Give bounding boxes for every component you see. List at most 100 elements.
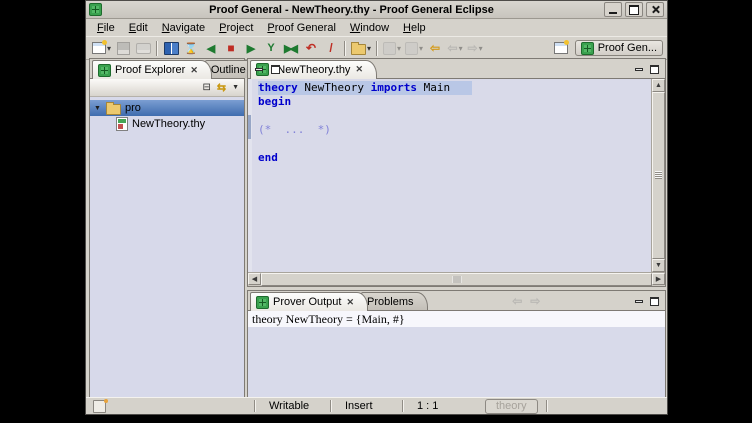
window-maximize-button[interactable] xyxy=(625,2,643,17)
step-forward-icon: ▶ xyxy=(247,42,255,55)
close-tab-icon[interactable]: ✕ xyxy=(190,65,198,76)
undo-all-button[interactable]: ↶ xyxy=(301,39,321,57)
scroll-up-icon[interactable]: ▲ xyxy=(652,79,665,92)
menu-help[interactable]: Help xyxy=(396,21,433,35)
code-editor[interactable]: theory NewTheory imports Main begin (* .… xyxy=(252,79,651,272)
toolbar-separator xyxy=(376,41,378,56)
minimize-icon xyxy=(635,300,643,303)
tree-item-file[interactable]: NewTheory.thy xyxy=(90,116,244,132)
print-button[interactable] xyxy=(133,39,153,57)
explorer-toolbar: ⊟ ⇆ ▼ xyxy=(90,79,244,97)
status-separator xyxy=(254,400,256,412)
restart-proof-button[interactable]: ⌛ xyxy=(181,39,201,57)
window-title: Proof General - NewTheory.thy - Proof Ge… xyxy=(102,4,601,16)
menu-project[interactable]: Project xyxy=(212,21,260,35)
book-icon xyxy=(164,42,179,55)
last-edit-location-button[interactable]: ⇦ xyxy=(425,39,445,57)
title-bar[interactable]: Proof General - NewTheory.thy - Proof Ge… xyxy=(86,1,667,19)
window-minimize-button[interactable] xyxy=(604,2,622,17)
scroll-left-icon[interactable]: ◀ xyxy=(248,273,261,285)
run-button[interactable]: ▾ xyxy=(381,39,403,57)
open-definition-button[interactable] xyxy=(161,39,181,57)
new-wizard-icon xyxy=(92,42,106,54)
menu-edit[interactable]: Edit xyxy=(122,21,155,35)
goto-button[interactable]: Y xyxy=(261,39,281,57)
theory-mode-button[interactable]: theory xyxy=(485,399,538,414)
code-line: theory NewTheory imports Main xyxy=(258,81,651,95)
expander-icon[interactable]: ▼ xyxy=(94,105,102,112)
menu-window[interactable]: Window xyxy=(343,21,396,35)
menu-file[interactable]: File xyxy=(90,21,122,35)
editor-minimize-button[interactable] xyxy=(632,64,645,75)
minimize-icon xyxy=(609,12,617,14)
status-separator xyxy=(546,400,548,412)
undo-step-button[interactable]: ◀ xyxy=(201,39,221,57)
open-perspective-button[interactable] xyxy=(551,39,571,57)
back-button[interactable]: ⇦ ▾ xyxy=(445,39,465,57)
vertical-scrollbar[interactable]: ▲ ▼ xyxy=(651,79,665,272)
window-close-button[interactable] xyxy=(646,2,664,17)
project-tree: ▼ pro NewTheory.thy xyxy=(90,97,244,402)
next-step-button[interactable]: ▶ xyxy=(241,39,261,57)
scroll-right-icon[interactable]: ▶ xyxy=(652,273,665,285)
close-tab-icon[interactable]: ✕ xyxy=(346,297,354,308)
history-back-icon[interactable]: ⇦ xyxy=(512,294,522,308)
tree-item-project[interactable]: ▼ pro xyxy=(90,100,244,116)
code-line: end xyxy=(258,151,651,165)
forward-button[interactable]: ⇨ ▾ xyxy=(465,39,485,57)
code-line: (* ... *) xyxy=(258,123,651,137)
menu-proof-general[interactable]: Proof General xyxy=(260,21,343,35)
save-icon xyxy=(117,42,130,55)
collapse-all-button[interactable]: ⊟ xyxy=(202,82,210,93)
hourglass-icon: ⌛ xyxy=(184,42,198,55)
dropdown-icon: ▾ xyxy=(107,44,111,53)
prover-output-icon xyxy=(256,296,269,309)
prover-maximize-button[interactable] xyxy=(648,296,661,307)
open-file-button[interactable]: ▾ xyxy=(349,39,373,57)
link-with-editor-button[interactable]: ⇆ xyxy=(217,81,226,94)
project-name: pro xyxy=(125,102,141,114)
tab-label: Outline xyxy=(211,64,246,76)
save-button[interactable] xyxy=(113,39,133,57)
open-perspective-icon xyxy=(554,42,568,54)
activate-scripting-button[interactable]: / xyxy=(321,39,341,57)
proof-explorer-view: Proof Explorer ✕ Outline ⊟ ⇆ ▼ ▼ pro xyxy=(89,58,245,399)
app-window: Proof General - NewTheory.thy - Proof Ge… xyxy=(85,0,668,415)
horizontal-scrollbar-thumb[interactable] xyxy=(261,273,652,286)
tab-problems[interactable]: Problems xyxy=(361,292,427,310)
view-maximize-button[interactable] xyxy=(269,64,282,75)
horizontal-scrollbar[interactable]: ◀ ▶ xyxy=(248,272,665,286)
scroll-down-icon[interactable]: ▼ xyxy=(652,259,665,272)
fast-view-icon[interactable] xyxy=(93,400,106,413)
goto-end-button[interactable]: ▶◀ xyxy=(281,39,301,57)
external-tools-button[interactable]: ▾ xyxy=(403,39,425,57)
stop-button[interactable]: ■ xyxy=(221,39,241,57)
view-menu-button[interactable]: ▼ xyxy=(232,84,239,91)
step-back-icon: ◀ xyxy=(207,42,215,55)
prover-tab-row: Prover Output ✕ Problems ⇦ ⇨ xyxy=(248,291,665,311)
maximize-icon xyxy=(629,5,639,15)
prover-controls xyxy=(632,296,665,310)
code-line xyxy=(258,137,651,151)
close-tab-icon[interactable]: ✕ xyxy=(355,64,363,75)
toolbar-separator xyxy=(344,41,346,56)
pen-icon: / xyxy=(329,41,332,55)
view-minimize-button[interactable] xyxy=(253,64,266,75)
prover-minimize-button[interactable] xyxy=(632,296,645,307)
editor-maximize-button[interactable] xyxy=(648,64,661,75)
tab-prover-output[interactable]: Prover Output ✕ xyxy=(250,292,368,311)
explorer-tab-row: Proof Explorer ✕ Outline xyxy=(90,59,244,79)
perspective-proof-general-button[interactable]: Proof Gen... xyxy=(575,40,663,56)
vertical-scrollbar-thumb[interactable] xyxy=(652,92,665,259)
history-forward-icon[interactable]: ⇨ xyxy=(530,294,540,308)
tab-label: Proof Explorer xyxy=(115,64,185,76)
quick-diff-marker xyxy=(248,115,251,139)
goto-end-icon: ▶◀ xyxy=(284,42,298,55)
prover-nav: ⇦ ⇨ xyxy=(512,294,540,310)
new-wizard-button[interactable]: ▾ xyxy=(90,39,113,57)
prover-output-line: theory NewTheory = {Main, #} xyxy=(248,311,665,327)
tab-proof-explorer[interactable]: Proof Explorer ✕ xyxy=(92,60,212,79)
menu-navigate[interactable]: Navigate xyxy=(155,21,212,35)
minimize-icon xyxy=(255,68,263,71)
dropdown-icon: ▾ xyxy=(419,44,423,53)
